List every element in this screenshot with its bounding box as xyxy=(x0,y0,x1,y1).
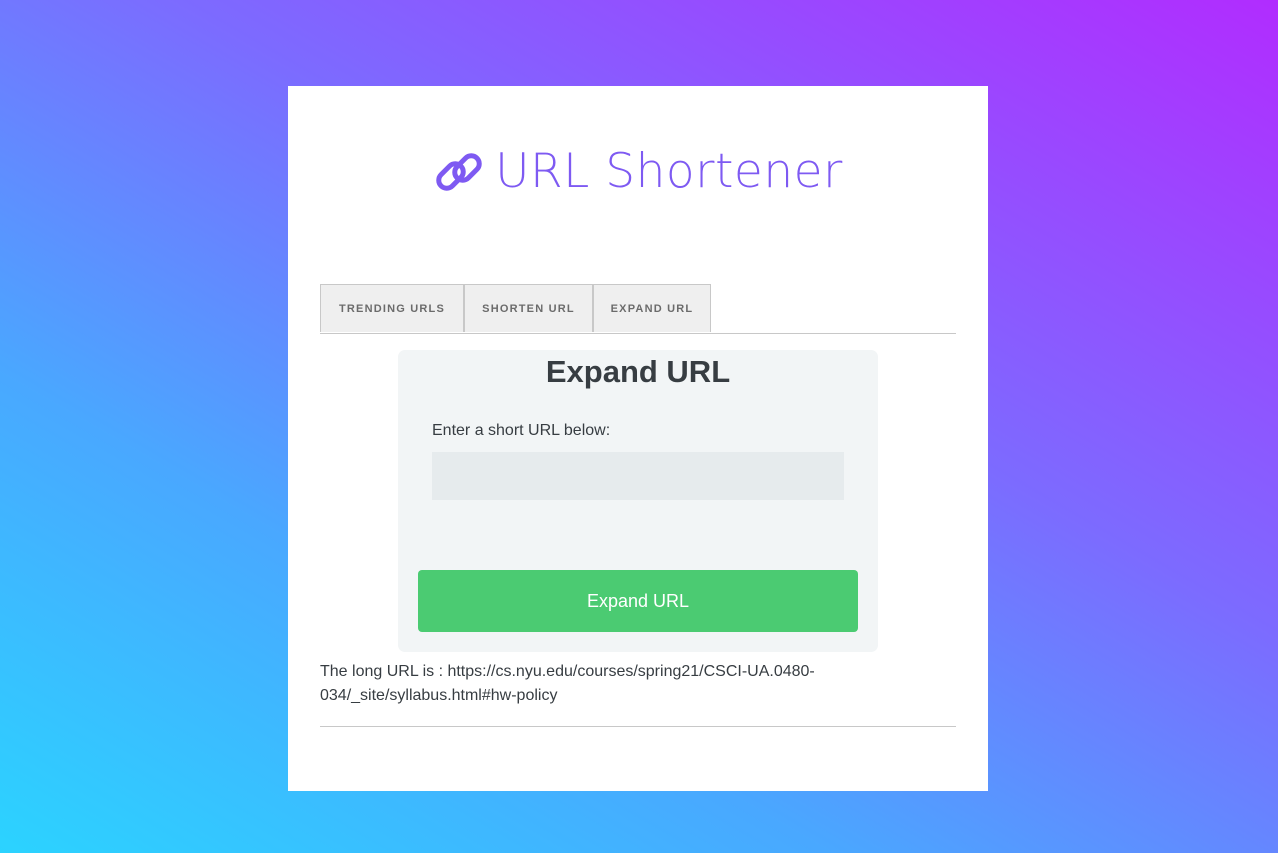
app-title: URL Shortener xyxy=(495,144,843,199)
divider xyxy=(320,726,956,727)
tab-trending-urls[interactable]: TRENDING URLS xyxy=(320,284,464,332)
link-icon xyxy=(433,146,485,198)
expand-url-button[interactable]: Expand URL xyxy=(418,570,858,632)
tab-bar: TRENDING URLS SHORTEN URL EXPAND URL xyxy=(320,284,956,334)
expand-url-panel: Expand URL Enter a short URL below: Expa… xyxy=(398,350,878,652)
logo: URL Shortener xyxy=(288,142,988,202)
panel-title: Expand URL xyxy=(545,354,731,389)
long-url-result: The long URL is : https://cs.nyu.edu/cou… xyxy=(320,663,815,704)
tab-shorten-url[interactable]: SHORTEN URL xyxy=(464,284,593,332)
short-url-label: Enter a short URL below: xyxy=(432,422,611,439)
tab-expand-url[interactable]: EXPAND URL xyxy=(593,284,711,332)
main-card: URL Shortener TRENDING URLS SHORTEN URL … xyxy=(288,86,988,791)
short-url-input[interactable] xyxy=(432,452,844,500)
